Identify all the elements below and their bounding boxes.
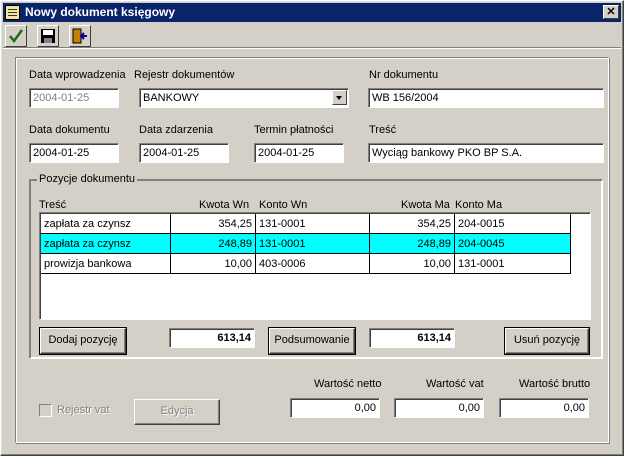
row-konto-ma: 204-0015: [455, 214, 571, 234]
vat-value-label: Wartość vat: [426, 378, 484, 390]
vat-register-checkbox[interactable]: [39, 404, 52, 417]
row-kwota-ma: 248,89: [370, 234, 455, 254]
save-disk-icon: [41, 29, 55, 43]
col-header-kwota-wn: Kwota Wn: [199, 199, 250, 211]
event-date-label: Data zdarzenia: [139, 124, 213, 136]
add-position-button[interactable]: Dodaj pozycję: [40, 328, 126, 354]
toolbar-separator: [3, 47, 621, 49]
due-date-label: Termin płatności: [254, 124, 334, 136]
col-header-konto-ma: Konto Ma: [455, 199, 503, 211]
remove-position-button[interactable]: Usuń pozycję: [505, 328, 589, 354]
document-window: Nowy dokument księgowy ✕ Data wprowadzen…: [0, 0, 624, 456]
row-desc: zapłata za czynsz: [41, 234, 171, 254]
entry-date-field: 2004-01-25: [29, 88, 119, 108]
row-konto-ma: 204-0045: [455, 234, 571, 254]
chevron-down-icon[interactable]: [332, 90, 347, 105]
register-label: Rejestr dokumentów: [134, 69, 235, 81]
due-date-field[interactable]: 2004-01-25: [254, 143, 344, 163]
net-value-label: Wartość netto: [314, 378, 382, 390]
row-konto-wn: 403-0006: [256, 254, 370, 274]
row-konto-wn: 131-0001: [256, 214, 370, 234]
row-desc: prowizja bankowa: [41, 254, 171, 274]
table-row[interactable]: prowizja bankowa 10,00 403-0006 10,00 13…: [41, 254, 571, 274]
vat-register-label: Rejestr vat: [57, 404, 110, 416]
doc-date-field[interactable]: 2004-01-25: [29, 143, 119, 163]
register-select[interactable]: BANKOWY: [139, 88, 349, 108]
vat-value-field[interactable]: 0,00: [394, 398, 484, 418]
register-value: BANKOWY: [143, 92, 200, 104]
table-row-selected[interactable]: zapłata za czynsz 248,89 131-0001 248,89…: [41, 234, 571, 254]
col-header-desc: Treść: [39, 199, 67, 211]
row-desc: zapłata za czynsz: [41, 214, 171, 234]
save-button[interactable]: [37, 25, 59, 47]
sum-ma-field: 613,14: [369, 328, 455, 348]
table-row[interactable]: zapłata za czynsz 354,25 131-0001 354,25…: [41, 214, 571, 234]
entry-date-label: Data wprowadzenia: [29, 69, 126, 81]
event-date-field[interactable]: 2004-01-25: [139, 143, 229, 163]
gross-value-field[interactable]: 0,00: [499, 398, 589, 418]
doc-date-label: Data dokumentu: [29, 124, 110, 136]
col-header-kwota-ma: Kwota Ma: [401, 199, 450, 211]
row-konto-wn: 131-0001: [256, 234, 370, 254]
summary-button[interactable]: Podsumowanie: [269, 328, 355, 354]
row-kwota-ma: 10,00: [370, 254, 455, 274]
exit-door-icon: [72, 28, 87, 44]
col-header-konto-wn: Konto Wn: [259, 199, 308, 211]
close-icon: ✕: [606, 6, 616, 18]
row-konto-ma: 131-0001: [455, 254, 571, 274]
positions-group-title: Pozycje dokumentu: [37, 173, 137, 185]
content-label: Treść: [369, 124, 397, 136]
edit-button[interactable]: Edycja: [134, 399, 220, 425]
confirm-button[interactable]: [5, 25, 27, 47]
title-bar[interactable]: Nowy dokument księgowy ✕: [3, 3, 621, 22]
exit-button[interactable]: [69, 25, 91, 47]
gross-value-label: Wartość brutto: [519, 378, 591, 390]
doc-number-field[interactable]: WB 156/2004: [368, 88, 604, 108]
check-icon: [9, 29, 24, 44]
doc-number-label: Nr dokumentu: [369, 69, 439, 81]
row-kwota-wn: 248,89: [171, 234, 256, 254]
close-button[interactable]: ✕: [603, 5, 619, 19]
sum-wn-field: 613,14: [169, 328, 255, 348]
row-kwota-ma: 354,25: [370, 214, 455, 234]
content-field[interactable]: Wyciąg bankowy PKO BP S.A.: [368, 143, 604, 163]
document-icon: [5, 5, 20, 20]
window-title: Nowy dokument księgowy: [25, 5, 176, 19]
row-kwota-wn: 10,00: [171, 254, 256, 274]
row-kwota-wn: 354,25: [171, 214, 256, 234]
net-value-field[interactable]: 0,00: [290, 398, 380, 418]
